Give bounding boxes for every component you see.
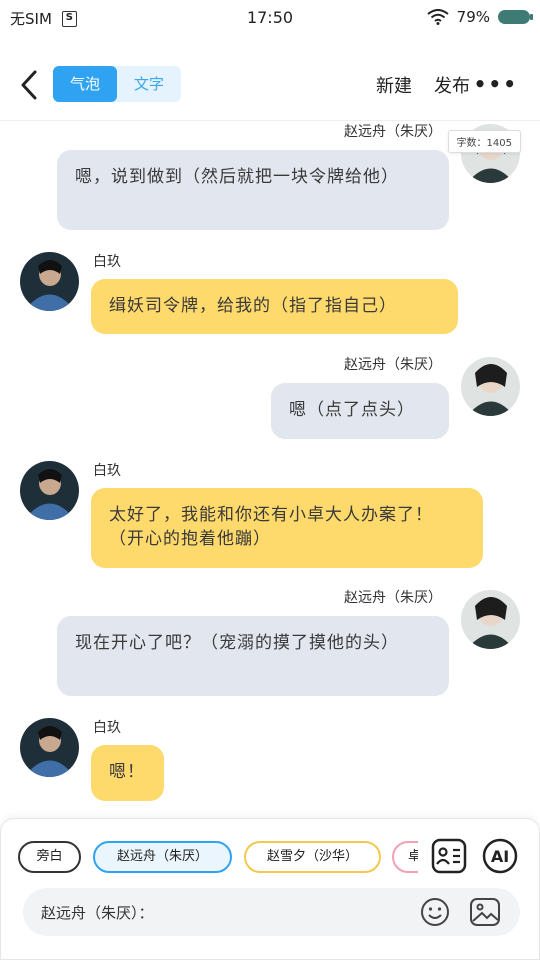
input-speaker-label: 赵远舟（朱厌）：	[41, 904, 154, 922]
message-bubble[interactable]: 现在开心了吧？（宠溺的摸了摸他的头）	[57, 616, 449, 696]
avatar-bai-jiu[interactable]	[20, 252, 79, 311]
speaker-name: 白玖	[93, 463, 121, 479]
role-chip-zhao-yuanzhou[interactable]: 赵远舟（朱厌）	[93, 841, 232, 873]
message-bubble[interactable]: 缉妖司令牌，给我的（指了指自己）	[91, 279, 458, 334]
wifi-icon	[427, 9, 449, 25]
speaker-name: 白玖	[93, 720, 121, 736]
speaker-name: 赵远舟（朱厌）	[344, 124, 442, 140]
message-bubble[interactable]: 太好了，我能和你还有小卓大人办案了！（开心的抱着他蹦）	[91, 488, 483, 568]
status-bar: 无SIM S 17:50 79%	[0, 0, 540, 36]
new-button[interactable]: 新建	[376, 72, 412, 98]
message-input[interactable]	[163, 898, 413, 926]
message-bubble[interactable]: 嗯（点了点头）	[271, 383, 449, 439]
top-toolbar: 气泡 文字 新建 发布 •••	[0, 60, 540, 110]
role-chip-partial[interactable]: 卓	[392, 841, 418, 873]
message-bubble[interactable]: 嗯！	[91, 745, 164, 801]
publish-button[interactable]: 发布	[434, 72, 470, 98]
contact-card-icon[interactable]	[431, 838, 467, 874]
avatar-zhao-yuanzhou[interactable]	[461, 357, 520, 416]
more-options-button[interactable]: •••	[474, 72, 518, 96]
battery-icon	[498, 10, 533, 24]
tab-text[interactable]: 文字	[117, 66, 181, 102]
chat-list[interactable]: 赵远舟（朱厌） 嗯，说到做到（然后就把一块令牌给他） 白玖 缉妖司令牌，给我的（…	[0, 121, 540, 818]
ai-icon[interactable]: AI	[482, 838, 518, 874]
role-chip-zhao-xuexi[interactable]: 赵雪夕（沙华）	[244, 841, 381, 873]
back-button[interactable]	[14, 68, 44, 102]
message-bubble[interactable]: 嗯，说到做到（然后就把一块令牌给他）	[57, 150, 449, 230]
speaker-name: 赵远舟（朱厌）	[344, 590, 442, 606]
status-right: 79%	[427, 8, 533, 26]
avatar-zhao-yuanzhou[interactable]	[461, 590, 520, 649]
avatar-bai-jiu[interactable]	[20, 461, 79, 520]
tab-bubble[interactable]: 气泡	[53, 66, 117, 102]
speaker-name: 赵远舟（朱厌）	[344, 357, 442, 373]
role-selector[interactable]: 旁白 赵远舟（朱厌） 赵雪夕（沙华） 卓	[18, 841, 418, 873]
battery-percent: 79%	[456, 8, 490, 26]
word-count-badge: 字数：1405	[447, 130, 521, 153]
smiley-icon[interactable]	[420, 897, 450, 927]
mode-switch: 气泡 文字	[53, 66, 181, 102]
image-icon[interactable]	[469, 896, 501, 928]
speaker-name: 白玖	[93, 254, 121, 270]
avatar-bai-jiu[interactable]	[20, 718, 79, 777]
role-chip-narrator[interactable]: 旁白	[18, 841, 81, 873]
svg-text:AI: AI	[491, 847, 509, 866]
composer-panel: 旁白 赵远舟（朱厌） 赵雪夕（沙华） 卓 AI 赵远舟（朱厌）：	[0, 818, 540, 960]
message-input-bar: 赵远舟（朱厌）：	[23, 888, 520, 936]
